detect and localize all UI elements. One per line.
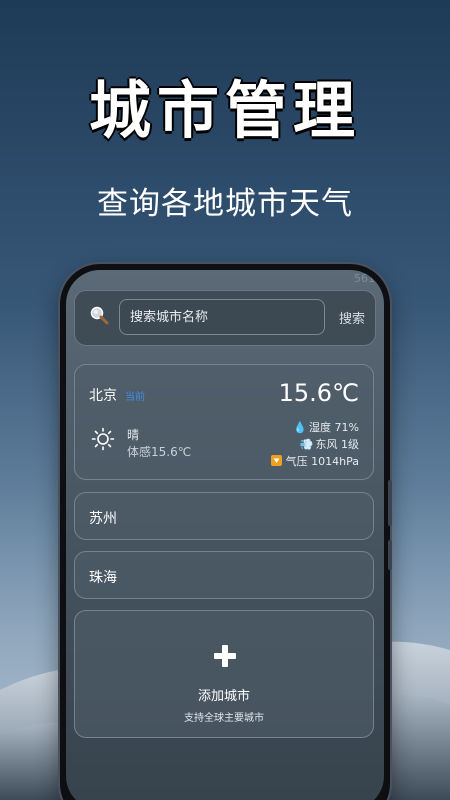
wind-detail: 💨 东风 1级	[299, 436, 360, 452]
weather-condition: 晴	[127, 428, 140, 442]
wind-icon: 💨	[299, 438, 314, 451]
city-list-item[interactable]: 苏州	[74, 492, 374, 540]
add-city-button[interactable]: 添加城市 支持全球主要城市	[74, 610, 374, 738]
current-city-weather-card[interactable]: 北京 当前 15.6℃ 晴 体感15.6℃ 💧 湿度 71% 💨 东风 1级 气…	[74, 364, 374, 480]
city-list-item-name: 珠海	[89, 570, 117, 586]
feels-like-temperature: 体感15.6℃	[127, 445, 192, 459]
city-list-item-name: 苏州	[89, 511, 117, 527]
city-list-item[interactable]: 珠海	[74, 551, 374, 599]
pressure-down-icon	[270, 455, 284, 468]
sun-icon	[91, 427, 115, 451]
search-button[interactable]: 搜索	[339, 308, 365, 327]
humidity-value: 湿度 71%	[309, 421, 359, 434]
wind-value: 东风 1级	[315, 438, 360, 451]
current-location-tag: 当前	[125, 392, 145, 403]
search-bar: 搜索	[74, 290, 376, 346]
pressure-value: 气压 1014hPa	[285, 455, 359, 468]
add-city-label: 添加城市	[197, 689, 250, 704]
promo-subheadline: 查询各地城市天气	[97, 186, 353, 222]
search-icon[interactable]	[89, 305, 109, 325]
pressure-detail: 气压 1014hPa	[270, 453, 359, 469]
current-temperature: 15.6℃	[278, 379, 359, 407]
search-input[interactable]	[119, 299, 325, 335]
droplet-icon: 💧	[293, 421, 307, 434]
add-city-subtitle: 支持全球主要城市	[184, 713, 264, 724]
phone-screen: 5615 搜索 北京 当前 15.6℃ 晴 体感1	[66, 270, 384, 800]
phone-power-button	[388, 540, 392, 570]
status-indicator: 5615	[354, 272, 382, 285]
plus-icon	[214, 645, 236, 667]
current-city-name: 北京	[89, 388, 117, 404]
promo-headline: 城市管理	[88, 74, 361, 147]
phone-volume-button	[388, 480, 392, 526]
humidity-detail: 💧 湿度 71%	[293, 419, 359, 435]
